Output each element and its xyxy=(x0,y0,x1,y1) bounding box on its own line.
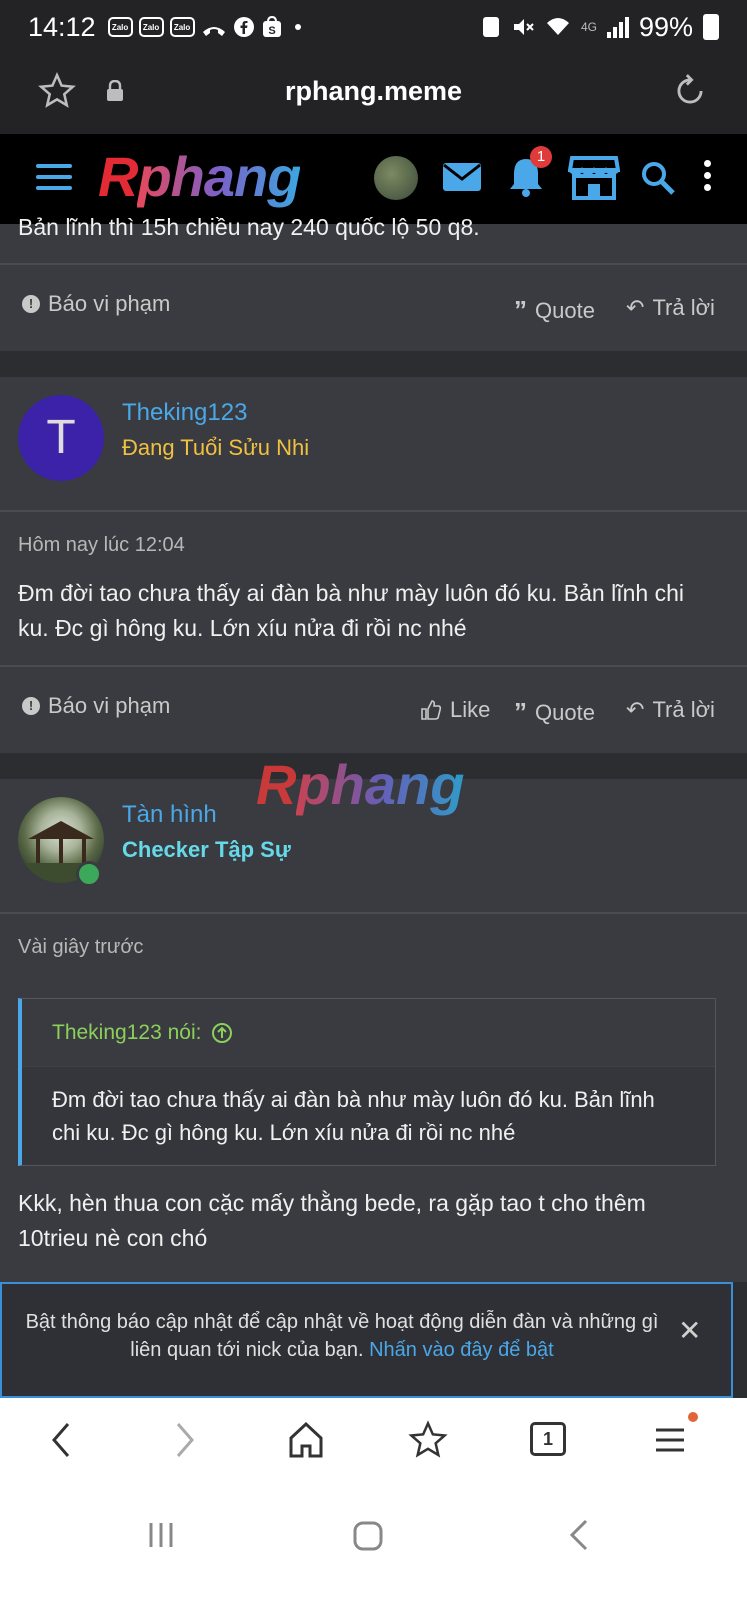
url-text[interactable]: rphang.meme xyxy=(0,76,747,107)
tabs-icon[interactable]: 1 xyxy=(530,1422,566,1456)
username[interactable]: Tàn hình xyxy=(122,801,217,829)
wifi-icon xyxy=(546,18,569,35)
forward-icon[interactable] xyxy=(172,1420,198,1460)
enable-notifications-link[interactable]: Nhấn vào đây để bật xyxy=(369,1339,554,1361)
back-icon[interactable] xyxy=(48,1420,74,1460)
status-time: 14:12 xyxy=(28,11,96,42)
hamburger-icon[interactable] xyxy=(36,164,72,197)
status-bar: 14:12 Zalo Zalo Zalo S 4G 99% xyxy=(0,0,747,54)
post-time[interactable]: Hôm nay lúc 12:04 xyxy=(18,534,185,557)
missed-call-icon xyxy=(202,27,225,36)
quote-author: Theking123 nói: xyxy=(52,1020,202,1044)
zalo-icon: Zalo xyxy=(138,17,164,37)
zalo-icon: Zalo xyxy=(169,17,195,37)
online-status-icon xyxy=(76,861,102,887)
battery-percent: 99% xyxy=(638,11,693,42)
report-label: Báo vi phạm xyxy=(48,291,171,316)
menu-badge xyxy=(688,1412,698,1422)
svg-text:S: S xyxy=(268,25,275,37)
prev-post-body: Bản lĩnh thì 15h chiều nay 240 quốc lộ 5… xyxy=(0,214,747,264)
post-text: Kkk, hèn thua con cặc mấy thằng bede, ra… xyxy=(18,1190,646,1251)
network-type: 4G xyxy=(580,20,597,34)
more-notifications-dot xyxy=(294,24,301,30)
reply-label: Trả lời xyxy=(652,697,715,722)
reply-icon: ↶ xyxy=(626,697,645,722)
quote-button[interactable]: ” Quote xyxy=(514,295,595,326)
quote-header[interactable]: Theking123 nói: xyxy=(22,999,715,1067)
avatar[interactable]: T xyxy=(18,395,104,481)
status-right: 4G 99% xyxy=(481,12,719,43)
report-icon: ! xyxy=(22,295,40,313)
quote-text: Đm đời tao chưa thấy ai đàn bà như mày l… xyxy=(52,1087,655,1145)
user-title: Đang Tuổi Sửu Nhi xyxy=(122,435,310,460)
zalo-icon: Zalo xyxy=(107,17,133,37)
address-bar: rphang.meme xyxy=(0,54,747,134)
prev-post-text: Bản lĩnh thì 15h chiều nay 240 quốc lộ 5… xyxy=(18,214,480,240)
facebook-icon xyxy=(233,17,254,37)
reply-button[interactable]: ↶ Trả lời xyxy=(626,295,715,321)
report-label: Báo vi phạm xyxy=(48,693,171,718)
post1-body: Hôm nay lúc 12:04 Đm đời tao chưa thấy a… xyxy=(0,512,747,665)
recents-icon[interactable] xyxy=(146,1520,176,1550)
quote-icon: ” xyxy=(514,295,527,325)
like-label: Like xyxy=(450,697,491,722)
notification-text: Bật thông báo cập nhật để cập nhật về ho… xyxy=(22,1308,662,1364)
report-button[interactable]: ! Báo vi phạm xyxy=(22,693,170,719)
browser-toolbar: 1 xyxy=(0,1398,747,1490)
report-icon: ! xyxy=(22,697,40,715)
quote-box: Theking123 nói: Đm đời tao chưa thấy ai … xyxy=(18,998,716,1166)
reload-icon[interactable] xyxy=(671,72,709,110)
tab-count: 1 xyxy=(542,1429,553,1449)
prev-post-actions: ! Báo vi phạm ” Quote ↶ Trả lời xyxy=(0,265,747,351)
push-notification-banner: Bật thông báo cập nhật để cập nhật về ho… xyxy=(0,1282,733,1398)
post-text: Đm đời tao chưa thấy ai đàn bà như mày l… xyxy=(18,580,684,641)
username[interactable]: Theking123 xyxy=(122,399,247,427)
site-logo[interactable]: Rphang xyxy=(98,144,301,209)
system-back-icon[interactable] xyxy=(568,1518,590,1552)
user-avatar[interactable] xyxy=(374,156,418,200)
home-button-icon[interactable] xyxy=(352,1520,384,1552)
menu-icon[interactable] xyxy=(654,1420,686,1460)
notification-badge: 1 xyxy=(530,146,552,168)
home-icon[interactable] xyxy=(288,1420,324,1460)
system-navigation-bar xyxy=(0,1490,747,1600)
reply-icon: ↶ xyxy=(626,295,645,320)
quote-icon: ” xyxy=(514,697,527,727)
post1-actions: ! Báo vi phạm Like ” Quote ↶ Trả lời xyxy=(0,667,747,753)
quote-button[interactable]: ” Quote xyxy=(514,697,595,728)
more-icon[interactable] xyxy=(704,160,711,196)
post-time[interactable]: Vài giây trước xyxy=(18,936,143,959)
quote-label: Quote xyxy=(535,297,595,323)
report-button[interactable]: ! Báo vi phạm xyxy=(22,291,170,317)
bookmark-icon[interactable] xyxy=(408,1420,448,1460)
arrow-up-circle-icon[interactable] xyxy=(211,1022,233,1044)
search-icon[interactable] xyxy=(640,160,676,196)
user-title: Checker Tập Sự xyxy=(122,837,291,862)
quote-label: Quote xyxy=(535,699,595,725)
shopee-icon: S xyxy=(262,15,281,37)
reply-label: Trả lời xyxy=(652,295,715,320)
like-icon xyxy=(421,700,442,720)
recycle-icon xyxy=(482,17,499,37)
post2-body: Vài giây trước Theking123 nói: Đm đời ta… xyxy=(0,914,747,1282)
signal-icon xyxy=(606,16,629,38)
reply-button[interactable]: ↶ Trả lời xyxy=(626,697,715,723)
close-icon[interactable]: ✕ xyxy=(678,1314,701,1347)
site-watermark: Rphang xyxy=(256,753,465,816)
notification-icons: Zalo Zalo Zalo S xyxy=(107,15,301,39)
post1-user-header: T Theking123 Đang Tuổi Sửu Nhi xyxy=(0,377,747,511)
battery-icon xyxy=(703,14,719,40)
store-icon[interactable] xyxy=(568,154,620,200)
like-button[interactable]: Like xyxy=(420,697,490,723)
mail-icon[interactable] xyxy=(442,161,482,193)
mute-icon xyxy=(513,19,534,35)
post-separator xyxy=(0,351,747,377)
notification-message: Bật thông báo cập nhật để cập nhật về ho… xyxy=(25,1311,659,1361)
